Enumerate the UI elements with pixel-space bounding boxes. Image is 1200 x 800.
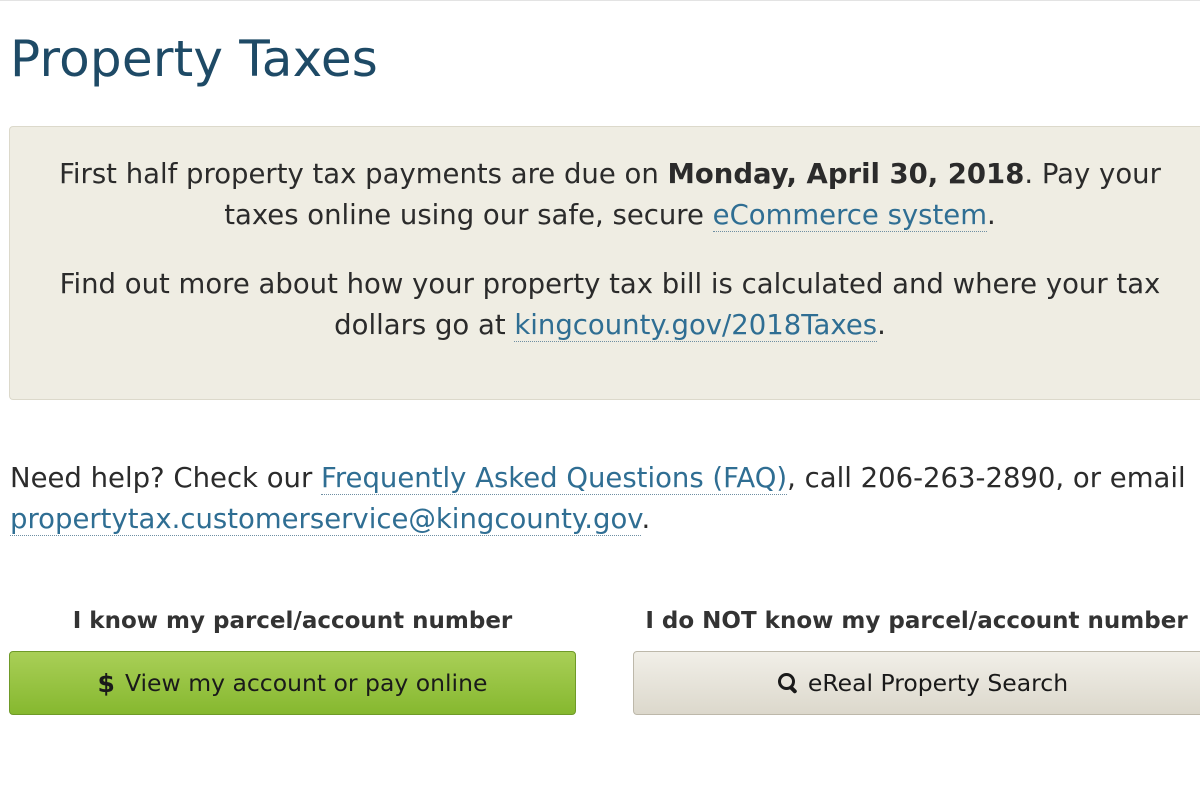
due-date-paragraph: First half property tax payments are due… (30, 154, 1190, 236)
top-divider (0, 0, 1200, 1)
ereal-property-search-label: eReal Property Search (807, 669, 1069, 697)
known-parcel-label: I know my parcel/account number (72, 608, 513, 634)
ereal-property-search-button[interactable]: eReal Property Search (633, 651, 1200, 715)
tax-info-paragraph: Find out more about how your property ta… (30, 264, 1190, 346)
email-link[interactable]: propertytax.customerservice@kingcounty.g… (10, 503, 642, 536)
notice-box: First half property tax payments are due… (9, 126, 1200, 400)
due-date: Monday, April 30, 2018 (667, 158, 1025, 190)
faq-link[interactable]: Frequently Asked Questions (FAQ) (321, 462, 788, 495)
unknown-parcel-label: I do NOT know my parcel/account number (645, 608, 1188, 634)
dollar-icon: $ (97, 668, 115, 698)
search-icon (777, 672, 798, 695)
due-date-period: . (987, 199, 996, 231)
ecommerce-link[interactable]: eCommerce system (712, 199, 987, 232)
page-title: Property Taxes (10, 30, 379, 88)
tax-info-period: . (877, 309, 886, 341)
due-date-text: First half property tax payments are due… (59, 158, 668, 190)
taxes-2018-link[interactable]: kingcounty.gov/2018Taxes (514, 309, 878, 342)
help-period: . (641, 503, 651, 535)
help-phone-text: , call 206-263-2890, or email (787, 462, 1186, 494)
view-account-pay-label: View my account or pay online (124, 669, 488, 697)
help-text: Need help? Check our (10, 462, 322, 494)
help-paragraph: Need help? Check our Frequently Asked Qu… (10, 458, 1195, 540)
view-account-pay-button[interactable]: $ View my account or pay online (9, 651, 576, 715)
